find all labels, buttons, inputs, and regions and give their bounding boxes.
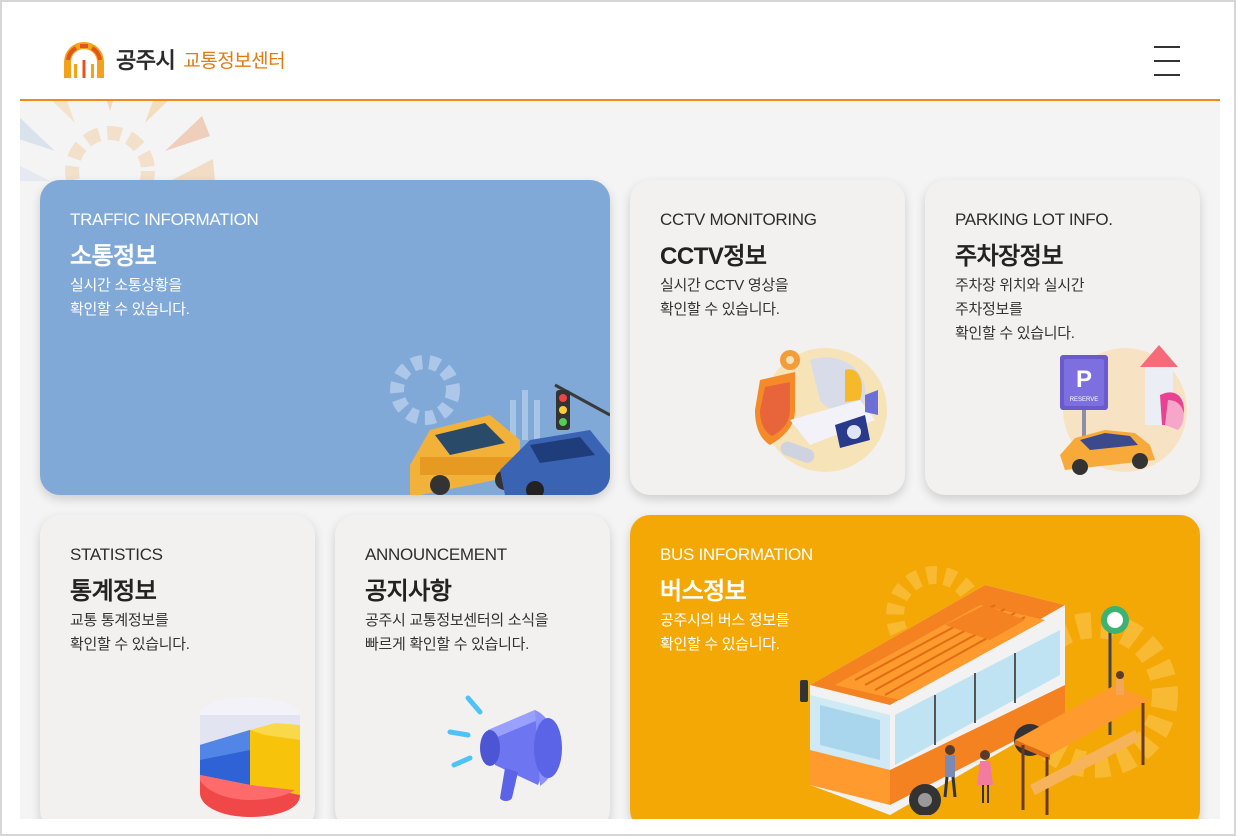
site-header: 공주시 교통정보센터 <box>20 4 1220 101</box>
parking-sign-caption: RESERVE <box>1070 397 1099 403</box>
card-description: 실시간 CCTV 영상을 확인할 수 있습니다. <box>660 277 789 318</box>
cctv-info-card[interactable]: CCTV MONITORING CCTV정보 실시간 CCTV 영상을 확인할 … <box>630 180 905 495</box>
menu-icon[interactable] <box>1154 44 1182 78</box>
card-title-en: TRAFFIC INFORMATION <box>70 210 259 229</box>
bus-illustration <box>800 566 1178 815</box>
traffic-illustration <box>390 355 610 495</box>
card-title-en: CCTV MONITORING <box>660 210 817 229</box>
card-description: 교통 통계정보를 확인할 수 있습니다. <box>70 612 190 653</box>
cctv-illustration <box>755 348 887 472</box>
card-description: 공주시 교통정보센터의 소식을 빠르게 확인할 수 있습니다. <box>365 612 549 653</box>
card-title-en: PARKING LOT INFO. <box>955 210 1113 229</box>
menu-bar <box>1154 60 1180 62</box>
parking-info-card[interactable]: PARKING LOT INFO. 주차장정보 주차장 위치와 실시간 주차정보… <box>925 180 1200 495</box>
card-title-ko: CCTV정보 <box>660 243 767 270</box>
page-frame: 공주시 교통정보센터 TRAFFIC INFORMATION 소통정보 실시간 … <box>0 0 1236 836</box>
logo-icon <box>64 42 104 78</box>
card-title-en: STATISTICS <box>70 545 163 564</box>
card-title-ko: 주차장정보 <box>955 243 1063 270</box>
menu-bar <box>1154 46 1180 48</box>
megaphone-illustration <box>447 695 562 801</box>
menu-bar <box>1154 74 1180 76</box>
parking-sign-letter: P <box>1076 366 1092 393</box>
card-description: 실시간 소통상황을 확인할 수 있습니다. <box>70 277 190 318</box>
card-title-en: BUS INFORMATION <box>660 545 813 564</box>
bus-info-card[interactable]: BUS INFORMATION 버스정보 공주시의 버스 정보를 확인할 수 있… <box>630 515 1200 819</box>
traffic-info-card[interactable]: TRAFFIC INFORMATION 소통정보 실시간 소통상황을 확인할 수… <box>40 180 610 495</box>
main-content: TRAFFIC INFORMATION 소통정보 실시간 소통상황을 확인할 수… <box>20 101 1220 819</box>
parking-illustration: P RESERVE <box>1060 345 1187 475</box>
card-title-ko: 소통정보 <box>70 243 157 270</box>
statistics-illustration <box>200 697 300 817</box>
card-description: 공주시의 버스 정보를 확인할 수 있습니다. <box>660 612 790 653</box>
card-title-ko: 공지사항 <box>365 578 452 605</box>
site-logo[interactable]: 공주시 교통정보센터 <box>60 40 286 78</box>
announcement-card[interactable]: ANNOUNCEMENT 공지사항 공주시 교통정보센터의 소식을 빠르게 확인… <box>335 515 610 819</box>
card-title-en: ANNOUNCEMENT <box>365 545 507 564</box>
logo-subtitle: 교통정보센터 <box>183 50 286 72</box>
logo-city-name: 공주시 <box>116 48 176 73</box>
card-description: 주차장 위치와 실시간 주차정보를 확인할 수 있습니다. <box>955 277 1085 342</box>
statistics-card[interactable]: STATISTICS 통계정보 교통 통계정보를 확인할 수 있습니다. <box>40 515 315 819</box>
card-title-ko: 통계정보 <box>70 578 157 605</box>
card-title-ko: 버스정보 <box>660 578 747 605</box>
